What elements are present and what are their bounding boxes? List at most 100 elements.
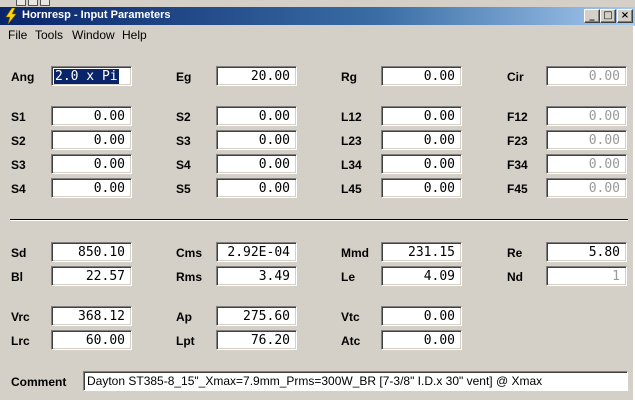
label-s2: S2 <box>176 110 191 124</box>
label-s3: S3 <box>176 134 191 148</box>
l34-value: 0.00 <box>423 157 455 172</box>
ap-field[interactable]: 275.60 <box>216 306 297 326</box>
lpt-field[interactable]: 76.20 <box>216 330 297 350</box>
maximize-button[interactable]: □ <box>600 9 616 23</box>
background-window-strip <box>0 0 635 7</box>
s4-field[interactable]: 0.00 <box>216 154 297 174</box>
bl-field[interactable]: 22.57 <box>51 266 132 286</box>
label-f45: F45 <box>507 182 528 196</box>
label-s4-left: S4 <box>11 182 26 196</box>
background-window-button <box>40 0 50 6</box>
f45-field[interactable]: 0.00 <box>546 178 627 198</box>
mmd-field[interactable]: 231.15 <box>381 242 462 262</box>
menu-window[interactable]: Window <box>72 28 115 42</box>
vrc-field[interactable]: 368.12 <box>51 306 132 326</box>
label-bl: Bl <box>11 270 23 284</box>
label-cms: Cms <box>176 246 203 260</box>
s4-left-field[interactable]: 0.00 <box>51 178 132 198</box>
s2-left-field[interactable]: 0.00 <box>51 130 132 150</box>
l23-value: 0.00 <box>423 133 455 148</box>
f12-value: 0.00 <box>588 109 620 124</box>
ap-value: 275.60 <box>243 309 290 324</box>
f34-value: 0.00 <box>588 157 620 172</box>
le-value: 4.09 <box>423 269 455 284</box>
s1-value: 0.00 <box>93 109 125 124</box>
eg-field[interactable]: 20.00 <box>216 66 297 86</box>
label-ap: Ap <box>176 310 192 324</box>
section-divider <box>10 219 628 221</box>
ang-field[interactable]: 2.0 x Pi <box>51 66 132 86</box>
s4-left-value: 0.00 <box>93 181 125 196</box>
menu-file[interactable]: File <box>8 28 27 42</box>
ang-value: 2.0 x Pi <box>54 69 119 84</box>
label-mmd: Mmd <box>341 246 369 260</box>
title-bar[interactable]: Hornresp - Input Parameters _ □ × <box>0 7 635 25</box>
sd-field[interactable]: 850.10 <box>51 242 132 262</box>
l45-field[interactable]: 0.00 <box>381 178 462 198</box>
l12-value: 0.00 <box>423 109 455 124</box>
cms-field[interactable]: 2.92E-04 <box>216 242 297 262</box>
label-f12: F12 <box>507 110 528 124</box>
label-l12: L12 <box>341 110 362 124</box>
le-field[interactable]: 4.09 <box>381 266 462 286</box>
label-f34: F34 <box>507 158 528 172</box>
label-rg: Rg <box>341 70 357 84</box>
background-window-button <box>28 0 38 6</box>
vrc-value: 368.12 <box>78 309 125 324</box>
lightning-icon <box>5 8 17 24</box>
mmd-value: 231.15 <box>408 245 455 260</box>
label-rms: Rms <box>176 270 203 284</box>
comment-field[interactable]: Dayton ST385-8_15"_Xmax=7.9mm_Prms=300W_… <box>83 371 628 391</box>
menu-help[interactable]: Help <box>122 28 147 42</box>
s3-field[interactable]: 0.00 <box>216 130 297 150</box>
background-window-button <box>16 0 26 6</box>
re-field[interactable]: 5.80 <box>546 242 627 262</box>
label-ang: Ang <box>11 70 35 84</box>
eg-value: 20.00 <box>250 69 290 84</box>
f34-field[interactable]: 0.00 <box>546 154 627 174</box>
rg-value: 0.00 <box>423 69 455 84</box>
s1-field[interactable]: 0.00 <box>51 106 132 126</box>
f45-value: 0.00 <box>588 181 620 196</box>
label-vrc: Vrc <box>11 310 30 324</box>
cir-value: 0.00 <box>588 69 620 84</box>
lrc-value: 60.00 <box>85 333 125 348</box>
menu-bar: File Tools Window Help <box>0 26 635 44</box>
s5-value: 0.00 <box>258 181 290 196</box>
l23-field[interactable]: 0.00 <box>381 130 462 150</box>
atc-field[interactable]: 0.00 <box>381 330 462 350</box>
f23-field[interactable]: 0.00 <box>546 130 627 150</box>
label-nd: Nd <box>507 270 523 284</box>
label-le: Le <box>341 270 356 284</box>
close-button[interactable]: × <box>617 9 633 23</box>
cms-value: 2.92E-04 <box>227 245 290 260</box>
label-sd: Sd <box>11 246 27 260</box>
s4-value: 0.00 <box>258 157 290 172</box>
s2-field[interactable]: 0.00 <box>216 106 297 126</box>
s2-left-value: 0.00 <box>93 133 125 148</box>
f23-value: 0.00 <box>588 133 620 148</box>
lrc-field[interactable]: 60.00 <box>51 330 132 350</box>
cir-field[interactable]: 0.00 <box>546 66 627 86</box>
l12-field[interactable]: 0.00 <box>381 106 462 126</box>
s3-left-field[interactable]: 0.00 <box>51 154 132 174</box>
label-lpt: Lpt <box>176 334 195 348</box>
label-s4: S4 <box>176 158 191 172</box>
l34-field[interactable]: 0.00 <box>381 154 462 174</box>
s5-field[interactable]: 0.00 <box>216 178 297 198</box>
label-vtc: Vtc <box>341 310 360 324</box>
label-comment: Comment <box>11 375 67 389</box>
vtc-field[interactable]: 0.00 <box>381 306 462 326</box>
minimize-button[interactable]: _ <box>584 9 600 23</box>
rg-field[interactable]: 0.00 <box>381 66 462 86</box>
rms-value: 3.49 <box>258 269 290 284</box>
menu-tools[interactable]: Tools <box>35 28 63 42</box>
rms-field[interactable]: 3.49 <box>216 266 297 286</box>
comment-value: Dayton ST385-8_15"_Xmax=7.9mm_Prms=300W_… <box>87 374 543 388</box>
s3-left-value: 0.00 <box>93 157 125 172</box>
nd-field[interactable]: 1 <box>546 266 627 286</box>
f12-field[interactable]: 0.00 <box>546 106 627 126</box>
sd-value: 850.10 <box>78 245 125 260</box>
label-f23: F23 <box>507 134 528 148</box>
label-l45: L45 <box>341 182 362 196</box>
